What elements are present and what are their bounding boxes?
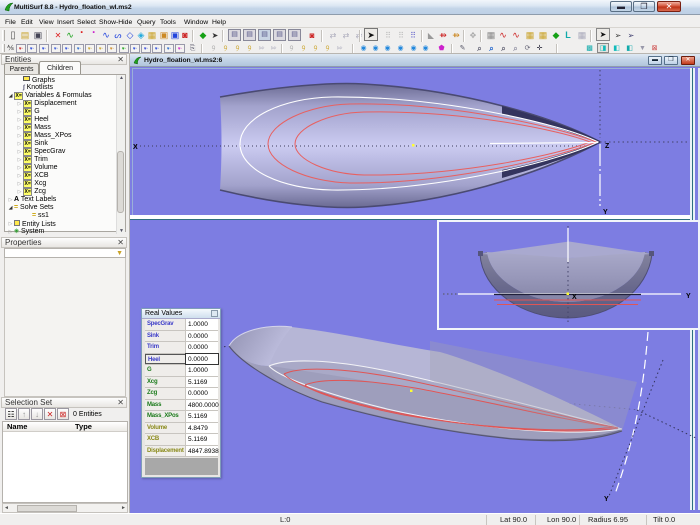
svg-text:Y: Y [603, 209, 608, 214]
svg-text:Y: Y [604, 496, 609, 503]
svg-text:X: X [133, 144, 138, 151]
svg-text:Z: Z [605, 143, 610, 150]
